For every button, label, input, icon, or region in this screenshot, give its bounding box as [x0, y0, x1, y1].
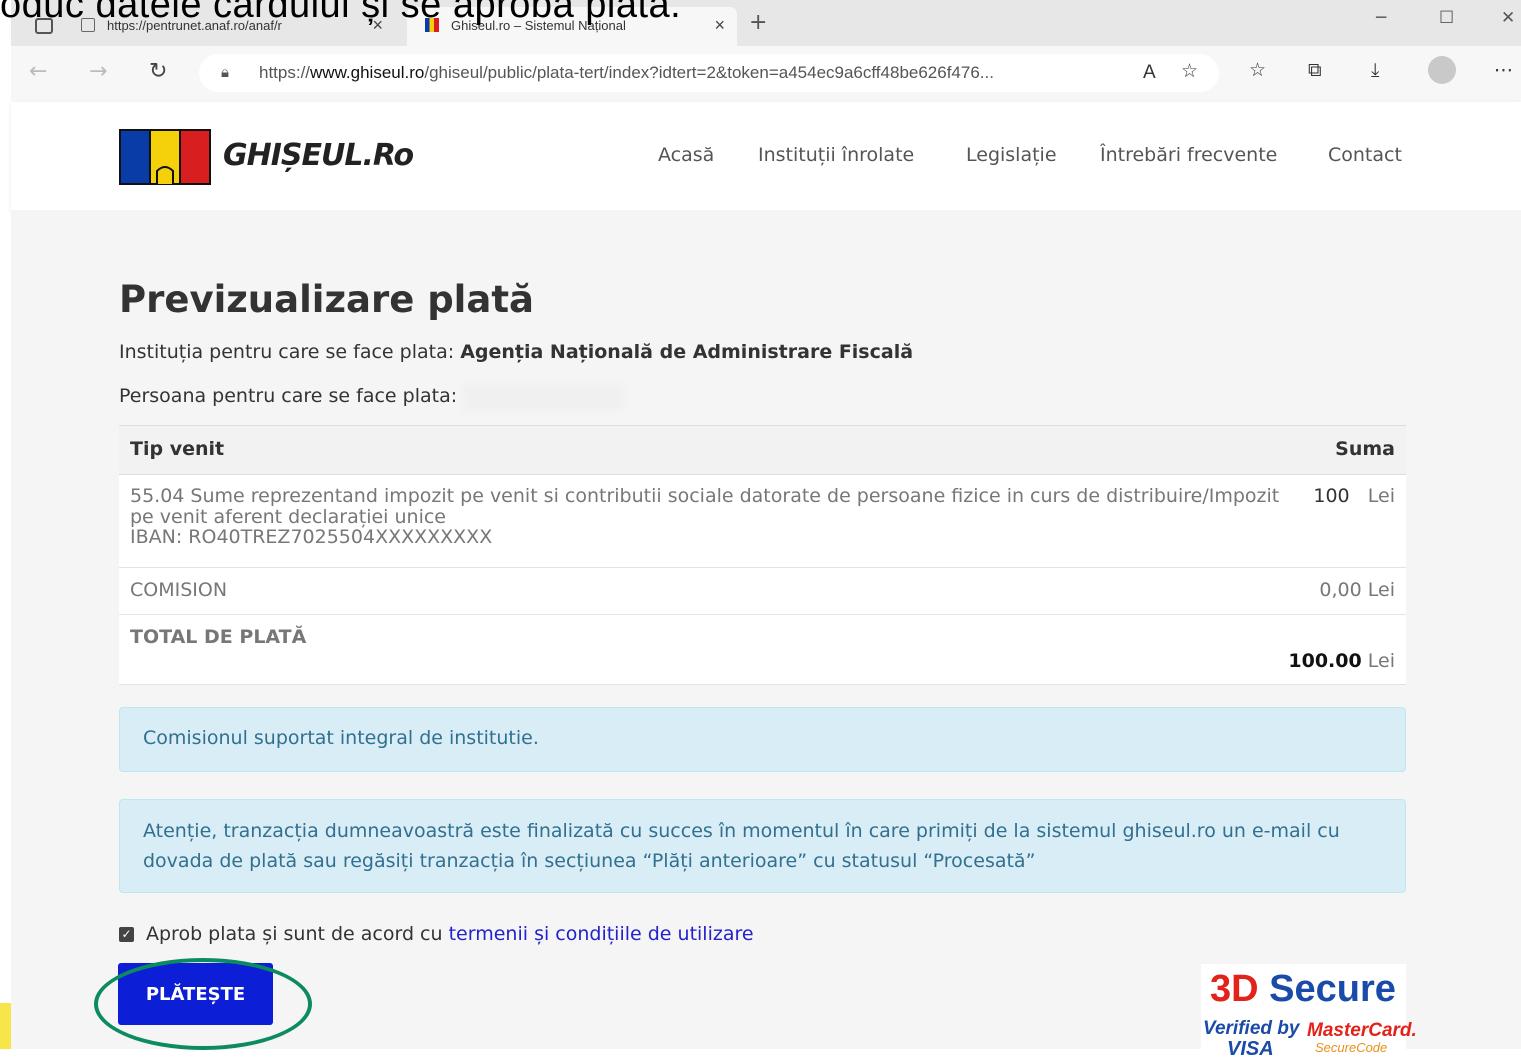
- site-header: GHIȘEUL.Ro Acasă Instituții înrolate Leg…: [11, 102, 1521, 210]
- row-amount-currency: Lei: [1367, 485, 1395, 507]
- favorite-add-icon[interactable]: ☆: [1181, 60, 1198, 82]
- row-desc-line2: pe venit aferent declarației unice: [130, 506, 446, 528]
- table-row-description: 55.04 Sume reprezentand impozit pe venit…: [130, 486, 1290, 548]
- main-content: Previzualizare plată Instituția pentru c…: [11, 210, 1521, 1060]
- visa-logo-text: VISA: [1227, 1038, 1274, 1060]
- slide-caption: oduc datele cardului și se aprobă plata.: [0, 0, 682, 26]
- institution-line: Instituția pentru care se face plata: Ag…: [119, 341, 913, 363]
- ghiseul-logo-icon[interactable]: [119, 129, 211, 185]
- redacted-person-name: [463, 384, 623, 410]
- row-divider: [119, 567, 1406, 568]
- minimize-icon[interactable]: ─: [1376, 8, 1386, 28]
- payment-table: Tip venit Suma 55.04 Sume reprezentand i…: [119, 425, 1406, 685]
- row-iban: IBAN: RO40TREZ7025504XXXXXXXXX: [130, 526, 493, 548]
- terms-link[interactable]: termenii și condițiile de utilizare: [449, 923, 754, 945]
- commission-info-alert: Comisionul suportat integral de institut…: [119, 707, 1406, 772]
- badge-secure: Secure: [1269, 968, 1396, 1010]
- url-prefix: https://: [259, 63, 311, 82]
- page-title: Previzualizare plată: [119, 278, 534, 321]
- back-icon[interactable]: ←: [29, 59, 47, 84]
- warning-info-text: Atenție, tranzacția dumneavoastră este f…: [143, 816, 1340, 876]
- highlight-ellipse: [94, 958, 312, 1050]
- profile-avatar-icon[interactable]: [1428, 56, 1456, 84]
- header-tip-venit: Tip venit: [130, 438, 225, 460]
- table-row-amount: 100 Lei: [1313, 485, 1395, 507]
- slide-margin: [0, 0, 11, 1049]
- verified-by-visa-text: Verified by: [1203, 1018, 1300, 1039]
- favorites-icon[interactable]: ☆: [1249, 59, 1266, 81]
- mastercard-logo-text: MasterCard.: [1307, 1020, 1417, 1041]
- warning-line2: dovada de plată sau regăsiți tranzacția …: [143, 850, 1036, 872]
- agree-text: Aprob plata și sunt de acord cu: [146, 923, 443, 945]
- forward-icon[interactable]: →: [89, 59, 107, 84]
- table-header: Tip venit Suma: [119, 426, 1406, 475]
- total-currency: Lei: [1367, 650, 1395, 672]
- warning-line1: Atenție, tranzacția dumneavoastră este f…: [143, 820, 1340, 842]
- downloads-icon[interactable]: ⤓: [1371, 59, 1379, 81]
- address-bar[interactable]: 🔒︎ https://www.ghiseul.ro/ghiseul/public…: [199, 54, 1219, 92]
- new-tab-icon[interactable]: +: [749, 10, 767, 35]
- commission-info-text: Comisionul suportat integral de institut…: [143, 727, 539, 749]
- total-amount: 100.00 Lei: [1288, 650, 1395, 672]
- person-label: Persoana pentru care se face plata:: [119, 385, 458, 407]
- agree-checkbox[interactable]: ✓: [119, 927, 134, 942]
- row-divider: [119, 684, 1406, 685]
- total-label: TOTAL DE PLATĂ: [130, 626, 307, 648]
- row-amount-value: 100: [1313, 485, 1350, 507]
- close-icon[interactable]: ×: [714, 15, 725, 36]
- lock-icon[interactable]: 🔒︎: [221, 63, 229, 81]
- badge-3d: 3D: [1210, 968, 1259, 1010]
- institution-label: Instituția pentru care se face plata:: [119, 341, 455, 363]
- institution-value: Agenția Națională de Administrare Fiscal…: [460, 341, 914, 363]
- securecode-text: SecureCode: [1315, 1040, 1388, 1055]
- more-options-icon[interactable]: ⋯: [1494, 59, 1513, 81]
- slide-yellow-mark: [0, 1003, 11, 1049]
- nav-intrebari[interactable]: Întrebări frecvente: [1100, 144, 1277, 166]
- nav-institutii[interactable]: Instituții înrolate: [758, 144, 914, 166]
- read-aloud-icon[interactable]: A: [1143, 62, 1156, 84]
- 3d-secure-title: 3D Secure: [1210, 968, 1396, 1011]
- nav-legislatie[interactable]: Legislație: [966, 144, 1057, 166]
- url-text[interactable]: https://www.ghiseul.ro/ghiseul/public/pl…: [259, 63, 994, 83]
- close-window-icon[interactable]: ✕: [1501, 8, 1515, 28]
- total-value: 100.00: [1288, 650, 1362, 672]
- site-logo-text[interactable]: GHIȘEUL.Ro: [223, 138, 414, 173]
- browser-toolbar: ← → ↻ 🔒︎ https://www.ghiseul.ro/ghiseul/…: [11, 46, 1521, 103]
- warning-info-alert: Atenție, tranzacția dumneavoastră este f…: [119, 799, 1406, 893]
- reload-icon[interactable]: ↻: [149, 59, 167, 84]
- url-path: /ghiseul/public/plata-tert/index?idtert=…: [424, 63, 994, 82]
- maximize-icon[interactable]: ☐: [1439, 8, 1454, 28]
- commission-value: 0,00 Lei: [1319, 579, 1395, 601]
- header-suma: Suma: [1335, 438, 1395, 460]
- collections-icon[interactable]: ⧉: [1308, 59, 1322, 81]
- agree-label: Aprob plata și sunt de acord cu termenii…: [146, 923, 754, 945]
- row-divider: [119, 614, 1406, 615]
- nav-contact[interactable]: Contact: [1328, 144, 1402, 166]
- commission-label: COMISION: [130, 579, 228, 601]
- nav-acasa[interactable]: Acasă: [658, 144, 714, 166]
- row-desc-line1: 55.04 Sume reprezentand impozit pe venit…: [130, 485, 1280, 507]
- 3d-secure-badge: 3D Secure Verified by VISA MasterCard. S…: [1201, 964, 1417, 1060]
- url-domain: www.ghiseul.ro: [310, 63, 425, 82]
